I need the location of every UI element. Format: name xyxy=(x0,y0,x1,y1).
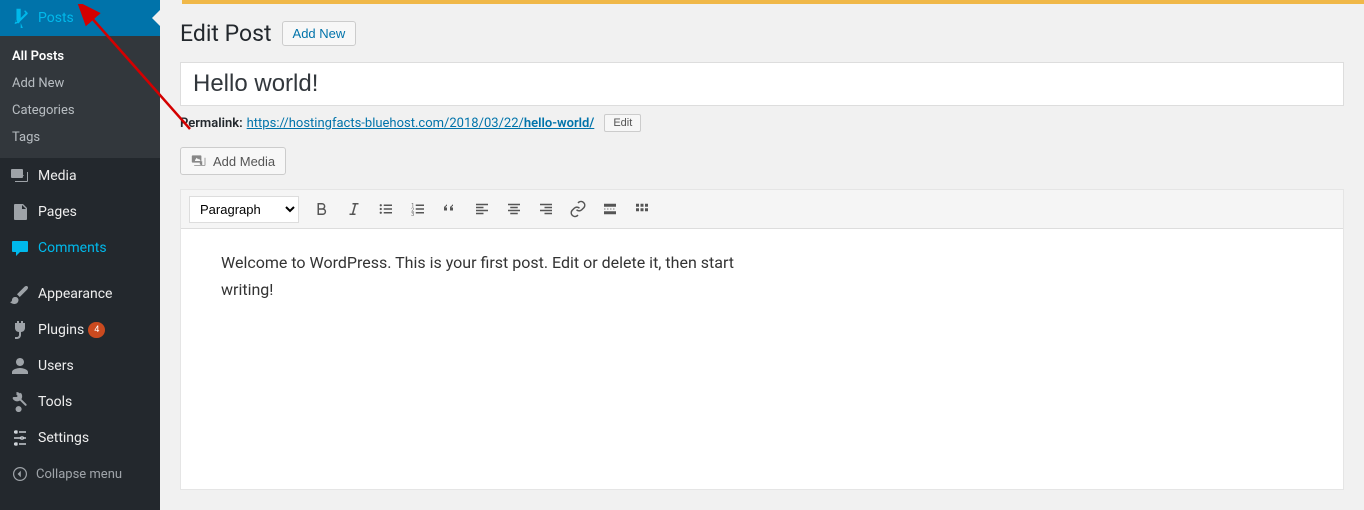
permalink-row: Permalink: https://hostingfacts-bluehost… xyxy=(180,106,1344,147)
submenu-add-new[interactable]: Add New xyxy=(0,70,160,97)
permalink-link[interactable]: https://hostingfacts-bluehost.com/2018/0… xyxy=(247,116,595,131)
wrench-icon xyxy=(10,392,30,412)
menu-posts-label: Posts xyxy=(38,10,74,26)
media-icon xyxy=(10,166,30,186)
menu-settings[interactable]: Settings xyxy=(0,420,160,456)
editor-content[interactable]: Welcome to WordPress. This is your first… xyxy=(181,229,1343,489)
edit-slug-button[interactable]: Edit xyxy=(604,114,641,132)
bold-button[interactable] xyxy=(307,194,337,224)
menu-media[interactable]: Media xyxy=(0,158,160,194)
post-title-input[interactable] xyxy=(180,62,1344,106)
editor-paragraph: Welcome to WordPress. This is your first… xyxy=(221,249,781,303)
align-center-button[interactable] xyxy=(499,194,529,224)
menu-appearance-label: Appearance xyxy=(38,286,112,302)
plugins-badge: 4 xyxy=(88,322,105,338)
format-select[interactable]: Paragraph xyxy=(189,196,299,223)
numbered-list-button[interactable]: 123 xyxy=(403,194,433,224)
menu-pages-label: Pages xyxy=(38,204,77,220)
admin-sidebar: Posts All Posts Add New Categories Tags … xyxy=(0,0,160,510)
menu-users-label: Users xyxy=(38,358,74,374)
blockquote-button[interactable] xyxy=(435,194,465,224)
menu-plugins[interactable]: Plugins 4 xyxy=(0,312,160,348)
editor-toolbar: Paragraph 123 xyxy=(181,190,1343,229)
svg-text:3: 3 xyxy=(411,212,414,218)
submenu-tags[interactable]: Tags xyxy=(0,124,160,151)
menu-appearance[interactable]: Appearance xyxy=(0,276,160,312)
user-icon xyxy=(10,356,30,376)
align-left-button[interactable] xyxy=(467,194,497,224)
menu-posts[interactable]: Posts xyxy=(0,0,160,36)
brush-icon xyxy=(10,284,30,304)
menu-plugins-label: Plugins xyxy=(38,322,84,338)
settings-icon xyxy=(10,428,30,448)
menu-pages[interactable]: Pages xyxy=(0,194,160,230)
readmore-button[interactable] xyxy=(595,194,625,224)
collapse-menu[interactable]: Collapse menu xyxy=(0,456,160,492)
menu-users[interactable]: Users xyxy=(0,348,160,384)
align-right-button[interactable] xyxy=(531,194,561,224)
plugin-icon xyxy=(10,320,30,340)
pushpin-icon xyxy=(10,8,30,28)
camera-icon xyxy=(191,153,207,169)
page-header: Edit Post Add New xyxy=(180,0,1344,62)
menu-media-label: Media xyxy=(38,168,77,184)
add-media-label: Add Media xyxy=(213,154,275,169)
tab-orange-indicator xyxy=(182,0,1364,4)
permalink-label: Permalink: xyxy=(180,116,243,131)
collapse-label: Collapse menu xyxy=(36,467,122,482)
menu-tools-label: Tools xyxy=(38,394,72,410)
comment-icon xyxy=(10,238,30,258)
posts-submenu: All Posts Add New Categories Tags xyxy=(0,36,160,158)
editor-box: Paragraph 123 Welcome to WordPress. This… xyxy=(180,189,1344,490)
submenu-categories[interactable]: Categories xyxy=(0,97,160,124)
menu-tools[interactable]: Tools xyxy=(0,384,160,420)
add-media-button[interactable]: Add Media xyxy=(180,147,286,175)
bullet-list-button[interactable] xyxy=(371,194,401,224)
page-icon xyxy=(10,202,30,222)
menu-settings-label: Settings xyxy=(38,430,89,446)
menu-comments[interactable]: Comments xyxy=(0,230,160,266)
page-title: Edit Post xyxy=(180,20,272,47)
submenu-all-posts[interactable]: All Posts xyxy=(0,43,160,70)
toolbar-toggle-button[interactable] xyxy=(627,194,657,224)
add-new-button[interactable]: Add New xyxy=(282,21,357,46)
main-content: Edit Post Add New Permalink: https://hos… xyxy=(160,0,1364,510)
menu-comments-label: Comments xyxy=(38,240,107,256)
italic-button[interactable] xyxy=(339,194,369,224)
collapse-icon xyxy=(10,464,30,484)
link-button[interactable] xyxy=(563,194,593,224)
